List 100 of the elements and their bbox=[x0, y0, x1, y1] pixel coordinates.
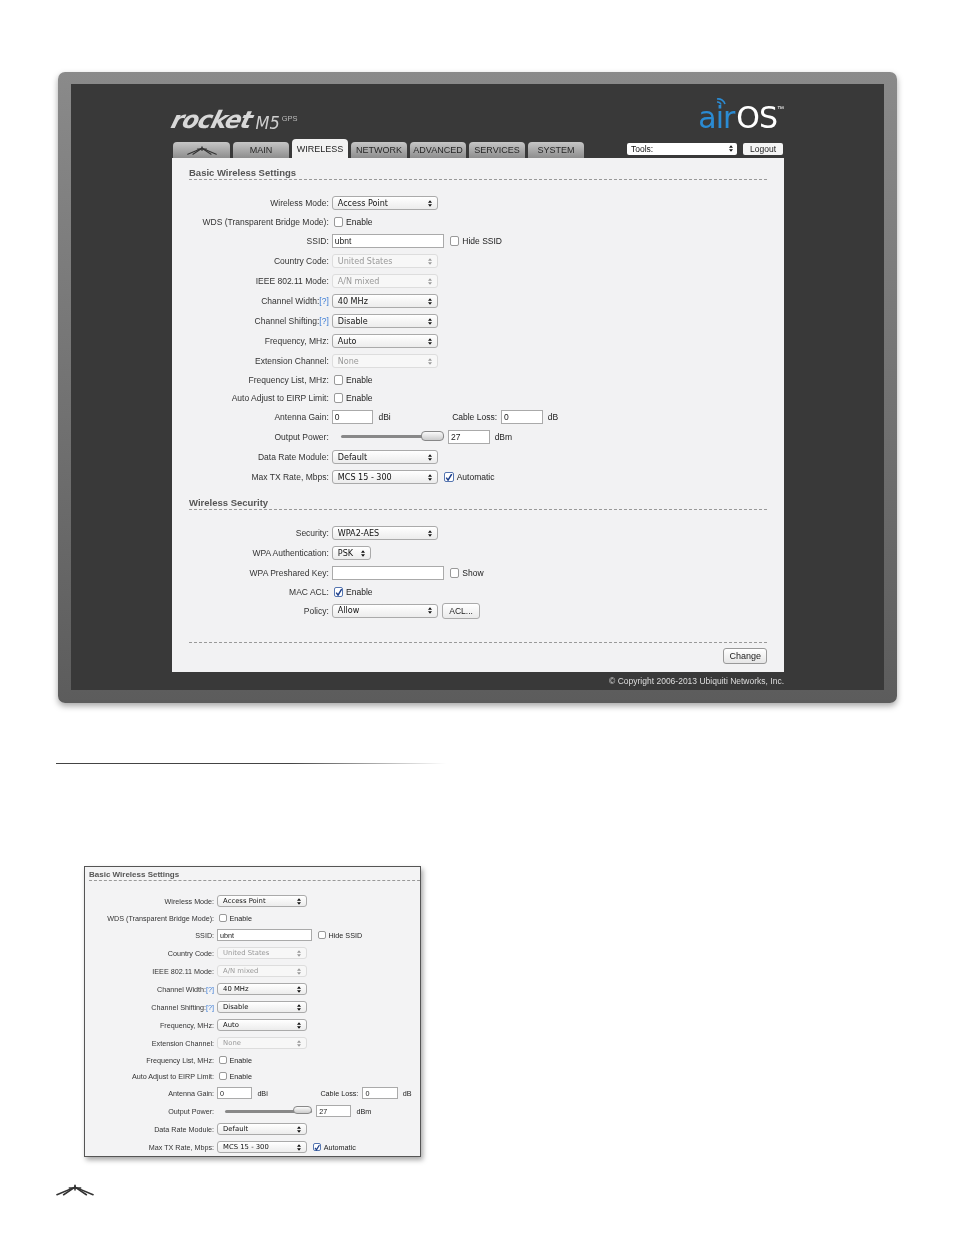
dropdown[interactable]: MCS 15 - 300 bbox=[331, 470, 439, 484]
checkbox-label: Enable bbox=[346, 587, 373, 597]
checkbox[interactable] bbox=[333, 375, 344, 385]
tools-dropdown[interactable]: Tools: bbox=[627, 142, 737, 155]
checkbox-label: Enable bbox=[346, 375, 373, 385]
nav-tab[interactable]: NETWORK bbox=[351, 142, 407, 158]
up-down-arrows-icon bbox=[297, 1143, 302, 1151]
checkbox[interactable] bbox=[318, 931, 327, 939]
checkbox-label: Enable bbox=[346, 217, 373, 227]
checkbox[interactable] bbox=[219, 914, 227, 922]
nav-tab[interactable]: ADVANCED bbox=[410, 142, 466, 158]
field-label: SSID: bbox=[306, 236, 329, 246]
up-down-arrows-icon bbox=[297, 1125, 302, 1133]
checkbox[interactable] bbox=[333, 587, 344, 597]
up-down-arrows-icon bbox=[428, 453, 433, 461]
up-down-arrows-icon bbox=[428, 607, 433, 615]
checkbox[interactable] bbox=[450, 568, 460, 578]
field-label: MAC ACL: bbox=[289, 587, 329, 597]
field-label: Frequency List, MHz: bbox=[248, 375, 329, 385]
up-down-arrows-icon bbox=[428, 473, 433, 481]
logo-icon bbox=[186, 145, 217, 155]
input-field[interactable]: 0 bbox=[501, 410, 543, 424]
up-down-arrows-icon bbox=[428, 337, 433, 345]
nav-tab[interactable]: MAIN bbox=[233, 142, 289, 158]
checkbox-label: Automatic bbox=[456, 472, 495, 482]
wifi-icon bbox=[716, 95, 729, 105]
field-label: Country Code: bbox=[274, 256, 329, 266]
up-down-arrows-icon bbox=[428, 357, 433, 365]
field-label: Channel Shifting: bbox=[254, 316, 320, 326]
section-title: Basic Wireless Settings bbox=[189, 167, 297, 178]
up-down-arrows-icon bbox=[297, 1039, 302, 1047]
up-down-arrows-icon bbox=[361, 549, 366, 557]
up-down-arrows-icon bbox=[297, 949, 302, 957]
up-down-arrows-icon bbox=[297, 897, 302, 905]
checkbox[interactable] bbox=[313, 1143, 322, 1151]
up-down-arrows-icon bbox=[428, 317, 433, 325]
nav-tab[interactable]: SYSTEM bbox=[528, 142, 584, 158]
field-label: Extension Channel: bbox=[255, 356, 329, 366]
dropdown[interactable]: Auto bbox=[331, 334, 439, 348]
up-down-arrows-icon bbox=[428, 277, 433, 285]
up-down-arrows-icon bbox=[297, 1003, 302, 1011]
checkbox[interactable] bbox=[444, 472, 454, 482]
section-title: Basic Wireless Settings bbox=[89, 870, 180, 879]
checkbox[interactable] bbox=[450, 236, 460, 246]
input-field[interactable]: 27 bbox=[448, 430, 490, 444]
field-label: Output Power: bbox=[274, 432, 329, 442]
field-label: WDS (Transparent Bridge Mode): bbox=[202, 217, 329, 227]
field-label: Frequency, MHz: bbox=[264, 336, 329, 346]
field-label: Data Rate Module: bbox=[257, 452, 329, 462]
dropdown[interactable]: 40 MHz bbox=[331, 294, 439, 308]
field-label: WPA Authentication: bbox=[252, 548, 329, 558]
field-label: Auto Adjust to EIRP Limit: bbox=[231, 393, 329, 403]
up-down-arrows-icon bbox=[297, 1021, 302, 1029]
checkbox[interactable] bbox=[333, 217, 344, 227]
checkbox[interactable] bbox=[333, 393, 344, 403]
home-tab[interactable] bbox=[173, 142, 230, 158]
unit-label: dB bbox=[547, 412, 559, 422]
os-logo-prefix: air bbox=[698, 103, 735, 133]
unit-label: dBi bbox=[378, 412, 391, 422]
acl-button[interactable]: ACL... bbox=[442, 603, 480, 619]
up-down-arrows-icon bbox=[729, 145, 733, 152]
checkbox-label: Enable bbox=[346, 393, 373, 403]
checkbox-label: Show bbox=[462, 568, 484, 578]
input-field[interactable]: 0 bbox=[331, 410, 374, 424]
section-title: Wireless Security bbox=[189, 497, 269, 508]
field-label: Cable Loss: bbox=[452, 412, 497, 422]
field-label: WPA Preshared Key: bbox=[249, 568, 329, 578]
field-label: Channel Width: bbox=[261, 296, 320, 306]
os-logo-text: OS bbox=[736, 103, 777, 133]
field-label: IEEE 802.11 Mode: bbox=[255, 276, 329, 286]
help-link[interactable]: [?] bbox=[319, 316, 329, 326]
logout-button[interactable]: Logout bbox=[743, 142, 783, 155]
checkbox-label: Hide SSID bbox=[462, 236, 502, 246]
up-down-arrows-icon bbox=[297, 967, 302, 975]
field-label: Wireless Mode: bbox=[270, 198, 329, 208]
field-label: Max TX Rate, Mbps: bbox=[251, 472, 329, 482]
product-logo-text: rocket bbox=[168, 108, 255, 132]
dropdown[interactable]: WPA2-AES bbox=[331, 526, 439, 540]
field-label: Antenna Gain: bbox=[274, 412, 329, 422]
input-field[interactable] bbox=[331, 566, 444, 580]
dropdown[interactable]: Access Point bbox=[331, 196, 439, 210]
nav-tab[interactable]: SERVICES bbox=[469, 142, 525, 158]
up-down-arrows-icon bbox=[428, 529, 433, 537]
checkbox[interactable] bbox=[219, 1056, 227, 1064]
nav-tab[interactable]: WIRELESS bbox=[292, 139, 348, 158]
slider-thumb[interactable] bbox=[292, 1105, 313, 1114]
field-label: Policy: bbox=[303, 606, 329, 616]
up-down-arrows-icon bbox=[428, 297, 433, 305]
slider-thumb[interactable] bbox=[421, 431, 444, 442]
dropdown[interactable]: PSK bbox=[331, 546, 372, 560]
up-down-arrows-icon bbox=[297, 985, 302, 993]
checkbox[interactable] bbox=[219, 1072, 227, 1080]
dropdown[interactable]: Default bbox=[331, 450, 439, 464]
help-link[interactable]: [?] bbox=[319, 296, 329, 306]
dropdown[interactable]: Disable bbox=[331, 314, 439, 328]
change-button[interactable]: Change bbox=[723, 648, 767, 664]
up-down-arrows-icon bbox=[428, 199, 433, 207]
model-logo-text: M5 bbox=[255, 114, 280, 132]
input-field[interactable]: ubnt bbox=[331, 234, 444, 248]
dropdown[interactable]: Allow bbox=[331, 604, 439, 618]
